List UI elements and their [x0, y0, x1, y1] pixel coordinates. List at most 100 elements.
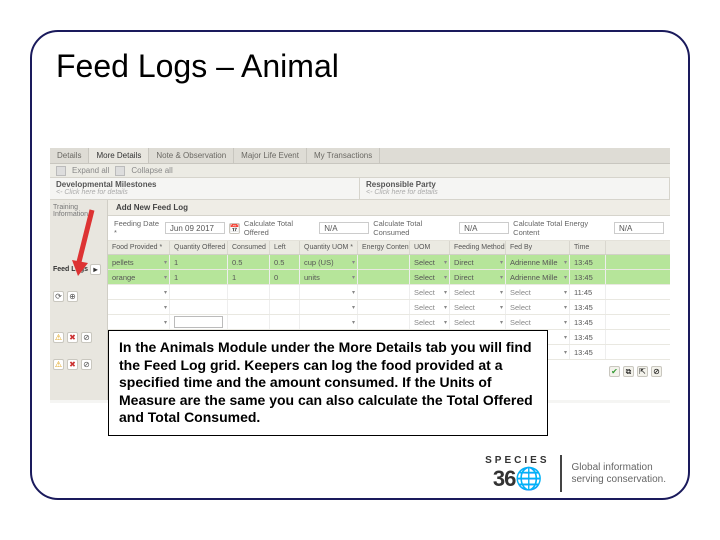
cell[interactable]: Select	[410, 270, 450, 284]
cell[interactable]: Adrienne Mille	[506, 255, 570, 269]
cell[interactable]: 13:45	[570, 315, 606, 329]
cell[interactable]: Select	[410, 285, 450, 299]
cell[interactable]	[358, 300, 410, 314]
calc-energy-label: Calculate Total Energy Content	[513, 219, 610, 237]
cell: 0.5	[270, 255, 300, 269]
collapse-all[interactable]: Collapse all	[131, 166, 172, 175]
cell[interactable]: 1	[170, 270, 228, 284]
cell[interactable]: orange	[108, 270, 170, 284]
calc-consumed-value: N/A	[459, 222, 509, 234]
panel-milestones-title: Developmental Milestones	[56, 180, 353, 189]
calc-row: Feeding Date * Jun 09 2017 📅 Calculate T…	[108, 216, 670, 241]
cell[interactable]: 13:45	[570, 300, 606, 314]
sidebar-tool-icon[interactable]: ✖	[67, 332, 78, 343]
cell	[270, 300, 300, 314]
cell[interactable]	[358, 270, 410, 284]
collapse-icon[interactable]	[115, 166, 125, 176]
col-method: Feeding Method	[450, 241, 506, 254]
table-row[interactable]: pellets10.50.5cup (US)SelectDirectAdrien…	[108, 255, 670, 270]
cell[interactable]: Select	[506, 315, 570, 329]
cell[interactable]: Select	[410, 255, 450, 269]
cell[interactable]	[300, 315, 358, 329]
col-left: Left	[270, 241, 300, 254]
cell[interactable]	[228, 300, 270, 314]
table-row[interactable]: orange110unitsSelectDirectAdrienne Mille…	[108, 270, 670, 285]
cell[interactable]: units	[300, 270, 358, 284]
feeding-date-input[interactable]: Jun 09 2017	[165, 222, 225, 234]
cell[interactable]: Select	[506, 285, 570, 299]
cell[interactable]	[358, 255, 410, 269]
cell[interactable]	[358, 315, 410, 329]
cell[interactable]: 13:45	[570, 255, 606, 269]
cell[interactable]	[108, 315, 170, 329]
globe-icon: 🌐	[515, 466, 541, 492]
sidebar-tool-icon[interactable]: ⚠	[53, 332, 64, 343]
cell[interactable]: Adrienne Mille	[506, 270, 570, 284]
cell[interactable]: Direct	[450, 255, 506, 269]
expand-icon[interactable]	[56, 166, 66, 176]
cell[interactable]: cup (US)	[300, 255, 358, 269]
cell[interactable]: 1	[170, 255, 228, 269]
cell[interactable]: Select	[450, 285, 506, 299]
calendar-icon[interactable]: 📅	[229, 223, 240, 234]
table-row[interactable]: SelectSelectSelect13:45	[108, 315, 670, 330]
cell[interactable]: Select	[450, 315, 506, 329]
col-fedby: Fed By	[506, 241, 570, 254]
tab-my-transactions[interactable]: My Transactions	[307, 148, 380, 163]
sidebar-item-training[interactable]: Training Information	[53, 204, 104, 218]
sidebar-item-feedlogs[interactable]: Feed Logs ▸	[53, 264, 104, 275]
sidebar-tool-icon[interactable]: ✖	[67, 359, 78, 370]
cell[interactable]	[170, 315, 228, 329]
col-offered: Quantity Offered *	[170, 241, 228, 254]
cell[interactable]	[300, 300, 358, 314]
panel-milestones[interactable]: Developmental Milestones <- Click here f…	[50, 178, 360, 200]
cell[interactable]: 11:45	[570, 285, 606, 299]
cell[interactable]: Direct	[450, 270, 506, 284]
cell[interactable]: Select	[410, 300, 450, 314]
panel-responsible[interactable]: Responsible Party <- Click here for deta…	[360, 178, 670, 200]
tab-bar: Details More Details Note & Observation …	[50, 148, 670, 164]
cell[interactable]: pellets	[108, 255, 170, 269]
action-copy-icon[interactable]: ⧉	[623, 366, 634, 377]
tab-details[interactable]: Details	[50, 148, 89, 163]
cell[interactable]	[108, 285, 170, 299]
tab-note-observation[interactable]: Note & Observation	[149, 148, 234, 163]
toolbar: Expand all Collapse all	[50, 164, 670, 178]
cell[interactable]	[358, 285, 410, 299]
chevron-icon: ▸	[90, 264, 101, 275]
cell[interactable]	[108, 300, 170, 314]
cell[interactable]	[228, 315, 270, 329]
logo-360: 36🌐	[493, 466, 542, 492]
expand-all[interactable]: Expand all	[72, 166, 109, 175]
feeding-date-label: Feeding Date *	[114, 219, 161, 237]
tab-major-life-event[interactable]: Major Life Event	[234, 148, 307, 163]
cell[interactable]: Select	[506, 300, 570, 314]
cell[interactable]	[228, 285, 270, 299]
cell[interactable]: 13:45	[570, 330, 606, 344]
table-row[interactable]: SelectSelectSelect13:45	[108, 300, 670, 315]
cell[interactable]: Select	[410, 315, 450, 329]
cell[interactable]: 0.5	[228, 255, 270, 269]
branding: SPECIES 36🌐 Global information serving c…	[485, 455, 666, 492]
action-close-icon[interactable]: ⊘	[651, 366, 662, 377]
cell[interactable]: Select	[450, 300, 506, 314]
sidebar-tool-icon[interactable]: ⊘	[81, 359, 92, 370]
sidebar-tool-icon[interactable]: ⚠	[53, 359, 64, 370]
table-row[interactable]: SelectSelectSelect11:45	[108, 285, 670, 300]
action-export-icon[interactable]: ⇱	[637, 366, 648, 377]
cell[interactable]: 13:45	[570, 345, 606, 359]
tagline: Global information serving conservation.	[572, 462, 667, 486]
col-energy: Energy Content	[358, 241, 410, 254]
cell[interactable]: 1	[228, 270, 270, 284]
tab-more-details[interactable]: More Details	[89, 148, 149, 163]
cell[interactable]	[170, 300, 228, 314]
action-save-icon[interactable]: ✔	[609, 366, 620, 377]
sidebar-tool-icon[interactable]: ⟳	[53, 291, 64, 302]
sidebar-tool-icon[interactable]: ⊕	[67, 291, 78, 302]
cell[interactable]	[170, 285, 228, 299]
sidebar-tool-icon[interactable]: ⊘	[81, 332, 92, 343]
cell[interactable]	[300, 285, 358, 299]
col-food: Food Provided *	[108, 241, 170, 254]
cell[interactable]: 13:45	[570, 270, 606, 284]
calc-offered-value: N/A	[319, 222, 369, 234]
